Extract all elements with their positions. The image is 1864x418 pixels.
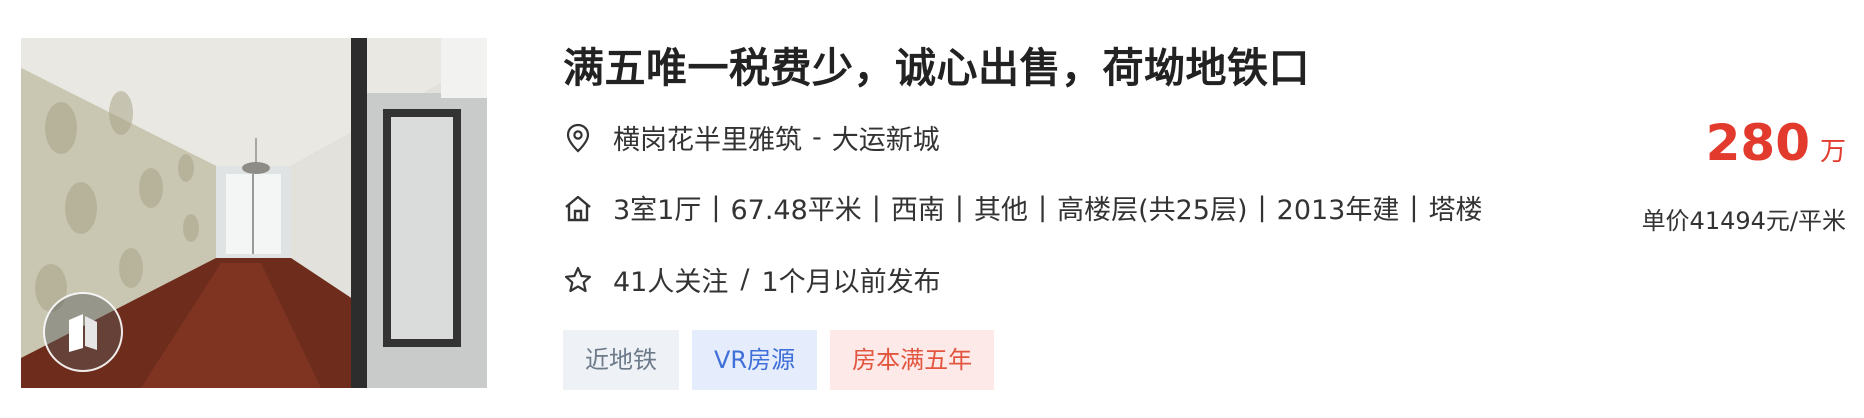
info-separator: | xyxy=(1037,192,1048,223)
house-size: 67.48平米 xyxy=(730,195,862,226)
house-decoration: 其他 xyxy=(973,195,1028,226)
location-pin-icon xyxy=(563,123,593,153)
unit-price: 单价41494元/平米 xyxy=(1641,207,1846,235)
info-separator: | xyxy=(711,192,721,223)
info-separator: | xyxy=(871,192,881,223)
house-building-type: 塔楼 xyxy=(1428,195,1483,226)
tag-list: 近地铁 VR房源 房本满五年 xyxy=(563,330,995,390)
total-price-unit: 万 xyxy=(1819,137,1846,167)
total-price-value: 280 xyxy=(1705,114,1810,172)
tag-near-subway: 近地铁 xyxy=(563,330,679,390)
area-link[interactable]: 大运新城 xyxy=(832,118,940,157)
follow-info-row: 41人关注 / 1个月以前发布 xyxy=(563,260,941,299)
vr-logo-icon[interactable] xyxy=(43,292,123,372)
community-link[interactable]: 横岗花半里雅筑 xyxy=(613,118,802,157)
house-build-year: 2013年建 xyxy=(1276,195,1400,226)
location-row: 横岗花半里雅筑 - 大运新城 xyxy=(563,118,940,157)
listing-title[interactable]: 满五唯一税费少，诚心出售，荷坳地铁口 xyxy=(563,34,1310,94)
tag-five-years: 房本满五年 xyxy=(830,330,995,390)
house-info-row: 3室1厅 | 67.48平米 | 西南 | 其他 | 高楼层(共25层) | 2… xyxy=(563,188,1482,227)
house-layout: 3室1厅 xyxy=(613,195,702,226)
info-separator: | xyxy=(1409,192,1419,223)
follow-separator: / xyxy=(740,264,750,295)
star-icon[interactable] xyxy=(563,265,593,295)
info-separator: | xyxy=(1257,192,1267,223)
location-separator: - xyxy=(812,122,822,153)
tag-vr-listing: VR房源 xyxy=(692,330,818,390)
listing-thumbnail[interactable] xyxy=(21,38,487,388)
house-floor: 高楼层(共25层) xyxy=(1057,195,1248,226)
house-orientation: 西南 xyxy=(890,195,945,226)
info-separator: | xyxy=(954,192,964,223)
total-price: 280 万 xyxy=(1706,114,1846,172)
follower-count: 41人关注 xyxy=(613,267,729,298)
house-icon xyxy=(563,193,593,223)
publish-time: 1个月以前发布 xyxy=(761,267,941,298)
